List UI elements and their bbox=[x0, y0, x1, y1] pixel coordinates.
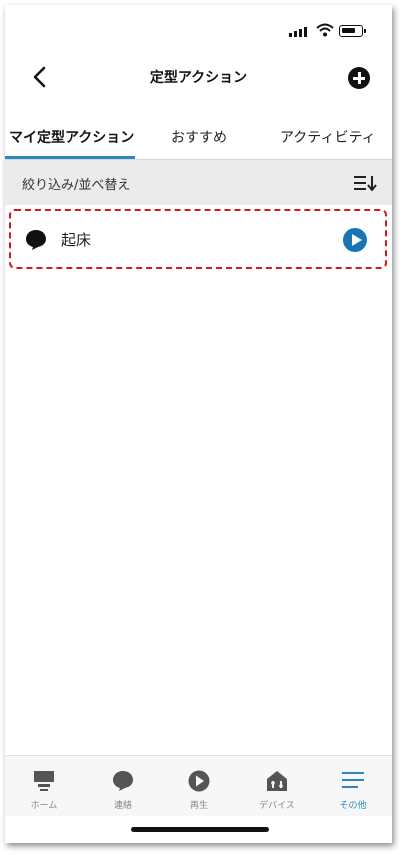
tab-my-routines[interactable]: マイ定型アクション bbox=[9, 127, 134, 147]
add-routine-plus-icon[interactable] bbox=[348, 67, 370, 89]
page-title: 定型アクション bbox=[149, 70, 248, 86]
play-routine-button[interactable] bbox=[343, 228, 367, 252]
header: 定型アクション bbox=[5, 53, 392, 103]
filter-sort-bar[interactable]: 絞り込み/並べ替え bbox=[5, 160, 392, 205]
chat-bubble-icon bbox=[113, 771, 133, 791]
nav-devices[interactable]: デバイス bbox=[247, 762, 307, 811]
nav-communicate-label: 連絡 bbox=[113, 801, 132, 811]
home-indicator[interactable] bbox=[131, 827, 269, 832]
filter-sort-label: 絞り込み/並べ替え bbox=[22, 178, 131, 193]
battery-icon bbox=[339, 25, 366, 37]
nav-home-label: ホーム bbox=[30, 801, 58, 811]
nav-play-label: 再生 bbox=[189, 801, 208, 811]
cellular-signal-icon bbox=[289, 27, 307, 37]
wifi-icon bbox=[316, 23, 334, 37]
nav-home[interactable]: ホーム bbox=[14, 762, 74, 811]
nav-play[interactable]: 再生 bbox=[169, 762, 229, 811]
tab-bar: マイ定型アクション おすすめ アクティビティ bbox=[5, 113, 392, 160]
status-bar bbox=[5, 5, 392, 53]
sort-list-icon[interactable] bbox=[353, 175, 377, 191]
play-circle-icon bbox=[188, 770, 210, 792]
routine-item-wake-up[interactable]: 起床 bbox=[9, 209, 387, 269]
speech-bubble-icon bbox=[26, 230, 46, 250]
bottom-navigation: ホーム 連絡 再生 デバイス その他 bbox=[5, 755, 392, 816]
active-tab-indicator bbox=[5, 156, 135, 159]
app-screen: 定型アクション マイ定型アクション おすすめ アクティビティ 絞り込み/並べ替え… bbox=[5, 5, 392, 843]
smart-home-icon bbox=[267, 771, 287, 791]
menu-lines-icon bbox=[342, 772, 364, 788]
routine-label: 起床 bbox=[61, 231, 92, 249]
nav-communicate[interactable]: 連絡 bbox=[93, 762, 153, 811]
nav-devices-label: デバイス bbox=[259, 801, 295, 811]
home-device-icon bbox=[34, 771, 54, 791]
tab-activity[interactable]: アクティビティ bbox=[280, 127, 376, 147]
nav-more[interactable]: その他 bbox=[323, 762, 383, 811]
nav-more-label: その他 bbox=[339, 801, 367, 811]
tab-recommended[interactable]: おすすめ bbox=[171, 127, 227, 147]
